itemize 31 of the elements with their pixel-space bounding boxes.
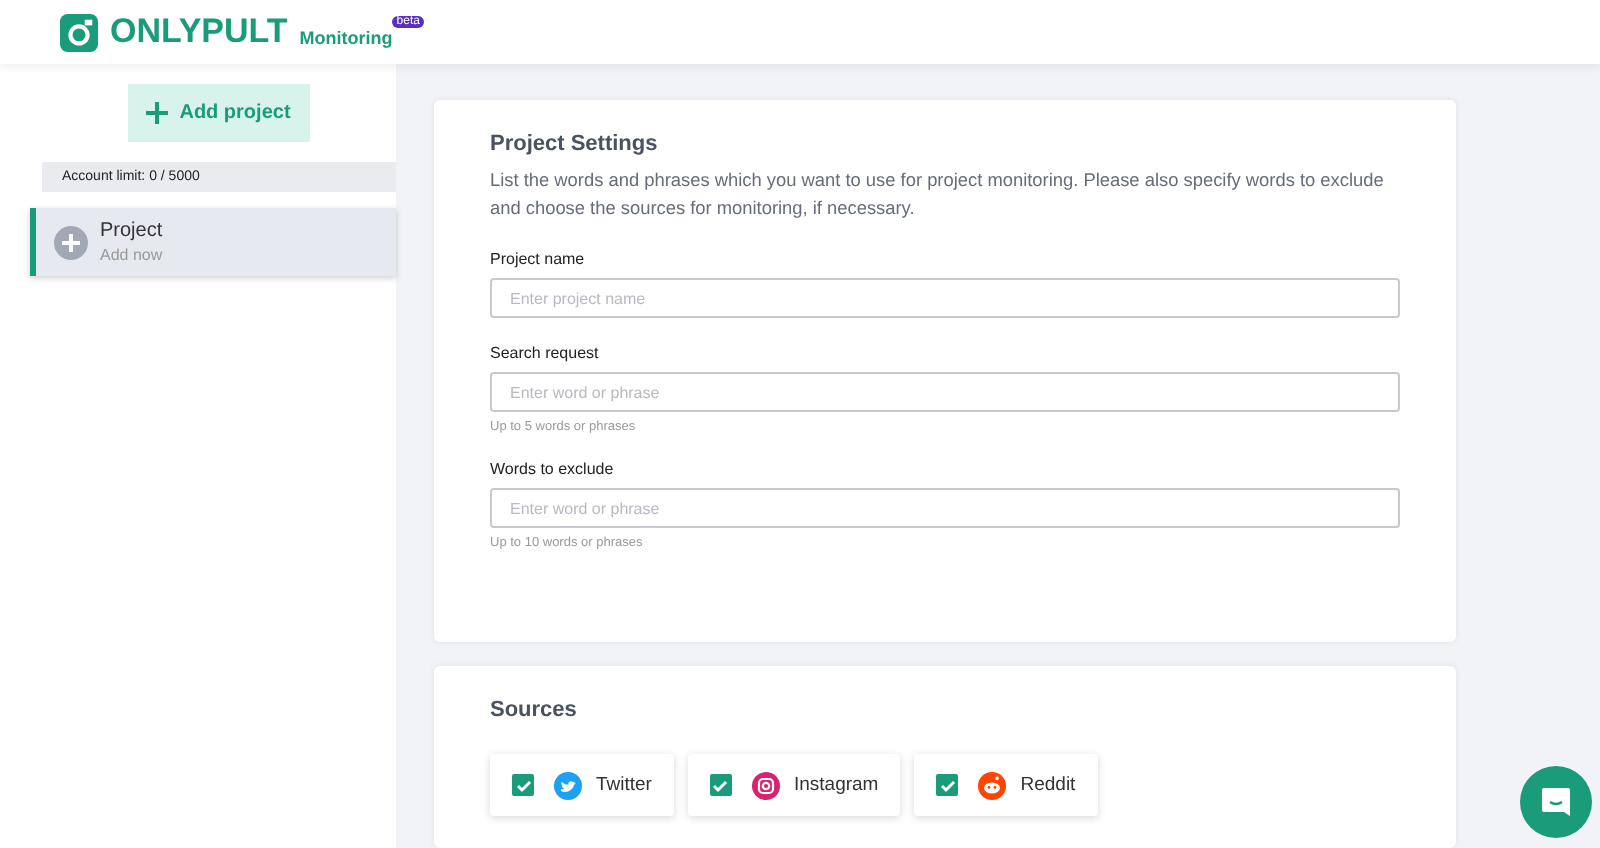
camera-icon bbox=[751, 771, 780, 799]
chat-button[interactable] bbox=[1520, 766, 1592, 838]
source-option[interactable]: Twitter bbox=[490, 754, 674, 816]
source-option[interactable]: Instagram bbox=[687, 754, 901, 816]
field-label: Words to exclude bbox=[490, 460, 616, 478]
settings-title: Project Settings bbox=[490, 132, 660, 156]
input-field[interactable]: Enter project name bbox=[490, 278, 1400, 318]
checkbox[interactable] bbox=[512, 774, 534, 796]
source-option[interactable]: Reddit bbox=[914, 754, 1098, 816]
project-title: Project bbox=[100, 220, 163, 242]
source-label: Twitter bbox=[596, 774, 652, 796]
brand-name: ONLYPULT bbox=[110, 12, 288, 52]
source-label: Instagram bbox=[793, 774, 879, 796]
field-label: Project name bbox=[490, 250, 587, 268]
camera-logo-icon bbox=[60, 13, 98, 51]
input-field[interactable]: Enter word or phrase bbox=[490, 372, 1400, 412]
project-item[interactable]: Project Add now bbox=[30, 208, 396, 276]
source-label: Reddit bbox=[1020, 774, 1076, 796]
product-name: Monitoring bbox=[299, 27, 393, 47]
settings-description: List the words and phrases which you want to use for project monitoring. Please also specify words to exclude and choose the sources for monitoring, if necessary. bbox=[490, 168, 1386, 222]
checkbox[interactable] bbox=[936, 774, 959, 796]
bird-icon bbox=[554, 771, 582, 799]
chat-bubble-icon bbox=[1540, 786, 1572, 818]
plus-circle-icon bbox=[54, 225, 88, 259]
plus-icon bbox=[145, 102, 168, 124]
project-subtitle: Add now bbox=[100, 246, 163, 264]
alien-icon bbox=[978, 771, 1007, 799]
field-label: Search request bbox=[490, 344, 601, 362]
sources-title: Sources bbox=[490, 698, 579, 722]
checkbox[interactable] bbox=[709, 774, 732, 796]
input-field[interactable]: Enter word or phrase bbox=[490, 488, 1400, 528]
